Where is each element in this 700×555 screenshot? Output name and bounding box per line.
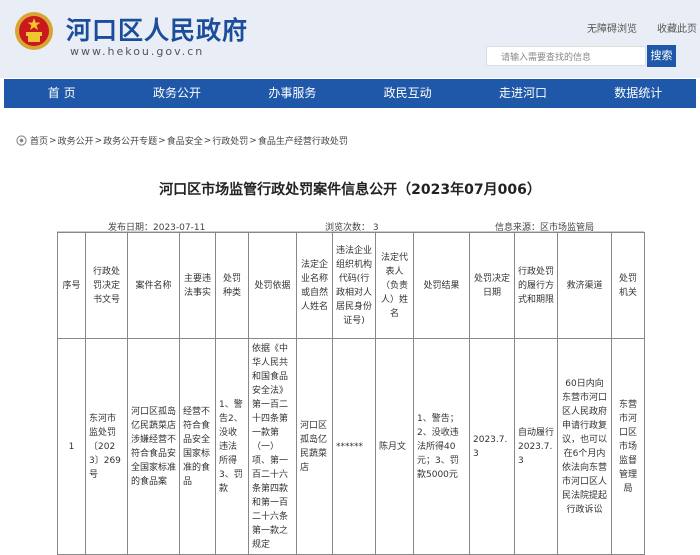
header-cell: 行政处罚的履行方式和期限 [514, 232, 558, 339]
national-emblem-icon [15, 12, 53, 50]
nav-item-gov-affairs[interactable]: 政务公开 [119, 79, 234, 108]
nav-item-home[interactable]: 首 页 [4, 79, 119, 108]
search-button[interactable]: 搜索 [647, 45, 676, 67]
breadcrumb-item-penalty[interactable]: 行政处罚 [212, 134, 248, 147]
header-cell: 行政处罚决定书文号 [85, 232, 128, 339]
header-cell: 序号 [57, 232, 86, 339]
table-cell: 河口区孤岛亿民蔬菜店 [296, 338, 333, 555]
header-cell: 处罚机关 [611, 232, 645, 339]
main-nav: 首 页 政务公开 办事服务 政民互动 走进河口 数据统计 [4, 79, 696, 108]
table-cell: 东营市河口区市场监督管理局 [611, 338, 645, 555]
table-cell: 东河市监处罚〔2023〕269号 [85, 338, 128, 555]
table-cell: 1、警告2、没收违法所得3、罚款 [215, 338, 249, 555]
header-cell: 处罚结果 [413, 232, 470, 339]
penalty-table: 序号 行政处罚决定书文号 案件名称 主要违法事实 处罚种类 处罚依据 法定企业名… [57, 232, 645, 555]
header-cell: 处罚决定日期 [469, 232, 515, 339]
header-cell: 法定代表人（负责人）姓名 [375, 232, 414, 339]
table-cell: ****** [332, 338, 376, 555]
search-input[interactable]: 请输入需要查找的信息 [486, 46, 646, 66]
page-title: 河口区市场监管行政处罚案件信息公开（2023年07月006） [159, 182, 541, 198]
table-row: 1 东河市监处罚〔2023〕269号 河口区孤岛亿民蔬菜店涉嫌经营不符合食品安全… [57, 338, 645, 555]
table-cell: 陈月文 [375, 338, 414, 555]
barrier-free-link[interactable]: 无障碍浏览 [587, 20, 637, 35]
table-cell: 1、警告；2、没收违法所得40元；3、罚款5000元 [413, 338, 470, 555]
nav-item-services[interactable]: 办事服务 [235, 79, 350, 108]
header-cell: 案件名称 [127, 232, 180, 339]
table-cell: 自动履行2023.7.3 [514, 338, 558, 555]
table-cell: 60日内向东营市河口区人民政府申请行政复议，也可以在6个月内依法向东营市河口区人… [557, 338, 612, 555]
header-cell: 处罚种类 [215, 232, 249, 339]
table-cell: 依据《中华人民共和国食品安全法》第一百二十四条第一款第（一）项、第一百二十六条第… [248, 338, 297, 555]
header-cell: 违法企业组织机构代码(行政相对人居民身份证号) [332, 232, 376, 339]
header-cell: 救济渠道 [557, 232, 612, 339]
table-cell: 1 [57, 338, 86, 555]
breadcrumb-item-home[interactable]: 首页 [30, 134, 48, 147]
breadcrumb-item-food-safety[interactable]: 食品安全 [167, 134, 203, 147]
header-cell: 处罚依据 [248, 232, 297, 339]
breadcrumb: 首页 > 政务公开 > 政务公开专题 > 食品安全 > 行政处罚 > 食品生产经… [16, 134, 348, 147]
site-url: www.hekou.gov.cn [70, 45, 205, 58]
header-cell: 主要违法事实 [179, 232, 216, 339]
breadcrumb-item-topic[interactable]: 政务公开专题 [103, 134, 157, 147]
table-header-row: 序号 行政处罚决定书文号 案件名称 主要违法事实 处罚种类 处罚依据 法定企业名… [57, 232, 645, 339]
breadcrumb-item-gov-affairs[interactable]: 政务公开 [58, 134, 94, 147]
header-cell: 法定企业名称或自然人姓名 [296, 232, 333, 339]
table-cell: 经营不符合食品安全国家标准的食品 [179, 338, 216, 555]
table-cell: 2023.7.3 [469, 338, 515, 555]
favorite-link[interactable]: 收藏此页 [657, 20, 697, 35]
site-header: 河口区人民政府 www.hekou.gov.cn 无障碍浏览 收藏此页 请输入需… [0, 0, 700, 78]
nav-item-about[interactable]: 走进河口 [465, 79, 580, 108]
site-title: 河口区人民政府 [66, 16, 249, 45]
nav-item-interaction[interactable]: 政民互动 [350, 79, 465, 108]
nav-item-statistics[interactable]: 数据统计 [581, 79, 696, 108]
table-cell: 河口区孤岛亿民蔬菜店涉嫌经营不符合食品安全国家标准的食品案 [127, 338, 180, 555]
breadcrumb-item-food-penalty[interactable]: 食品生产经营行政处罚 [258, 134, 348, 147]
location-icon [16, 135, 27, 146]
